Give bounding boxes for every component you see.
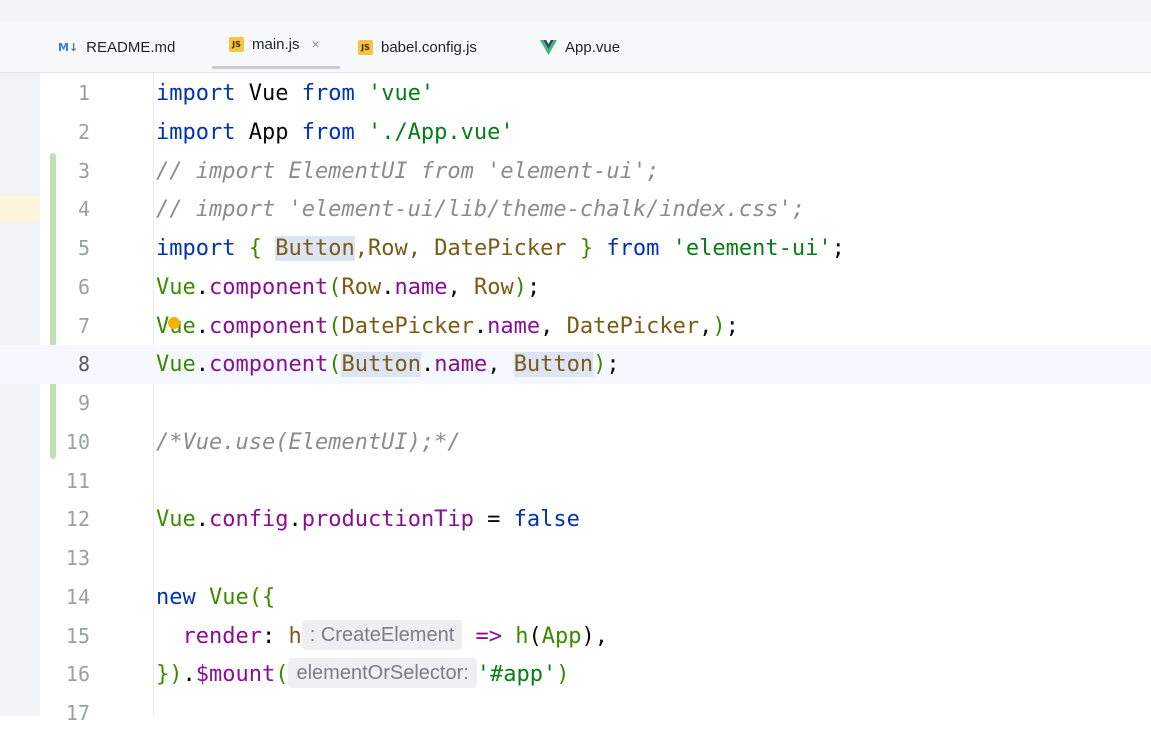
line-number: 5 [77, 236, 90, 260]
window-top-strip [0, 0, 1151, 23]
line-number: 12 [65, 507, 90, 531]
line-number: 4 [77, 197, 90, 221]
code-line[interactable]: 3 // import ElementUI from 'element-ui'; [0, 152, 1151, 191]
js-file-icon: JS [229, 36, 244, 52]
code-line[interactable]: 13 [0, 539, 1151, 578]
line-number: 3 [77, 159, 90, 183]
line-number: 15 [65, 624, 90, 648]
js-file-icon: JS [358, 39, 373, 55]
parameter-name-hint: elementOrSelector: [288, 658, 477, 688]
vue-file-icon [540, 39, 557, 55]
tab-label: App.vue [565, 38, 621, 56]
parameter-type-hint: : CreateElement [301, 620, 463, 650]
code-line[interactable]: 9 [0, 384, 1151, 423]
tab-main-js[interactable]: JS main.js × [212, 22, 340, 69]
line-number: 7 [77, 314, 90, 338]
code-line[interactable]: 1 import Vue from 'vue' [0, 74, 1151, 113]
code-line[interactable]: 6 Vue.component(Row.name, Row); [0, 268, 1151, 307]
line-number: 17 [65, 701, 90, 725]
markdown-icon: M↓ [58, 40, 79, 54]
line-number: 9 [77, 391, 90, 415]
line-number: 10 [65, 430, 90, 454]
line-number: 2 [77, 120, 90, 144]
line-number: 11 [65, 469, 90, 493]
tab-label: babel.config.js [381, 38, 477, 56]
code-line-current[interactable]: 8 Vue.component(Button.name, Button); [0, 345, 1151, 384]
tab-label: main.js [252, 35, 300, 53]
tab-label: README.md [86, 38, 176, 56]
intention-bulb-icon[interactable] [168, 317, 180, 329]
line-number: 13 [65, 546, 90, 570]
code-line[interactable]: 10 /*Vue.use(ElementUI);*/ [0, 423, 1151, 462]
code-line[interactable]: 2 import App from './App.vue' [0, 113, 1151, 152]
line-number: 16 [65, 662, 90, 686]
code-line[interactable]: 12 Vue.config.productionTip = false [0, 500, 1151, 539]
code-line[interactable]: 17 [0, 694, 1151, 733]
code-line[interactable]: 11 [0, 462, 1151, 501]
code-line[interactable]: 5 import { Button,Row, DatePicker } from… [0, 229, 1151, 268]
code-line[interactable]: 15 render: h: CreateElement => h(App), [0, 617, 1151, 656]
editor-tab-bar: M↓ README.md JS main.js × JS babel.confi… [0, 22, 1151, 73]
line-number: 6 [77, 275, 90, 299]
code-line[interactable]: 4 // import 'element-ui/lib/theme-chalk/… [0, 190, 1151, 229]
tab-readme[interactable]: M↓ README.md [58, 22, 175, 72]
line-number: 8 [77, 352, 90, 376]
code-line[interactable]: 14 new Vue({ [0, 578, 1151, 617]
tab-babel-config[interactable]: JS babel.config.js [358, 22, 477, 72]
tab-app-vue[interactable]: App.vue [540, 22, 620, 72]
code-line[interactable]: 16 }).$mount(elementOrSelector: '#app') [0, 655, 1151, 694]
line-number: 1 [77, 81, 90, 105]
line-number: 14 [65, 585, 90, 609]
close-icon[interactable]: × [312, 36, 320, 52]
